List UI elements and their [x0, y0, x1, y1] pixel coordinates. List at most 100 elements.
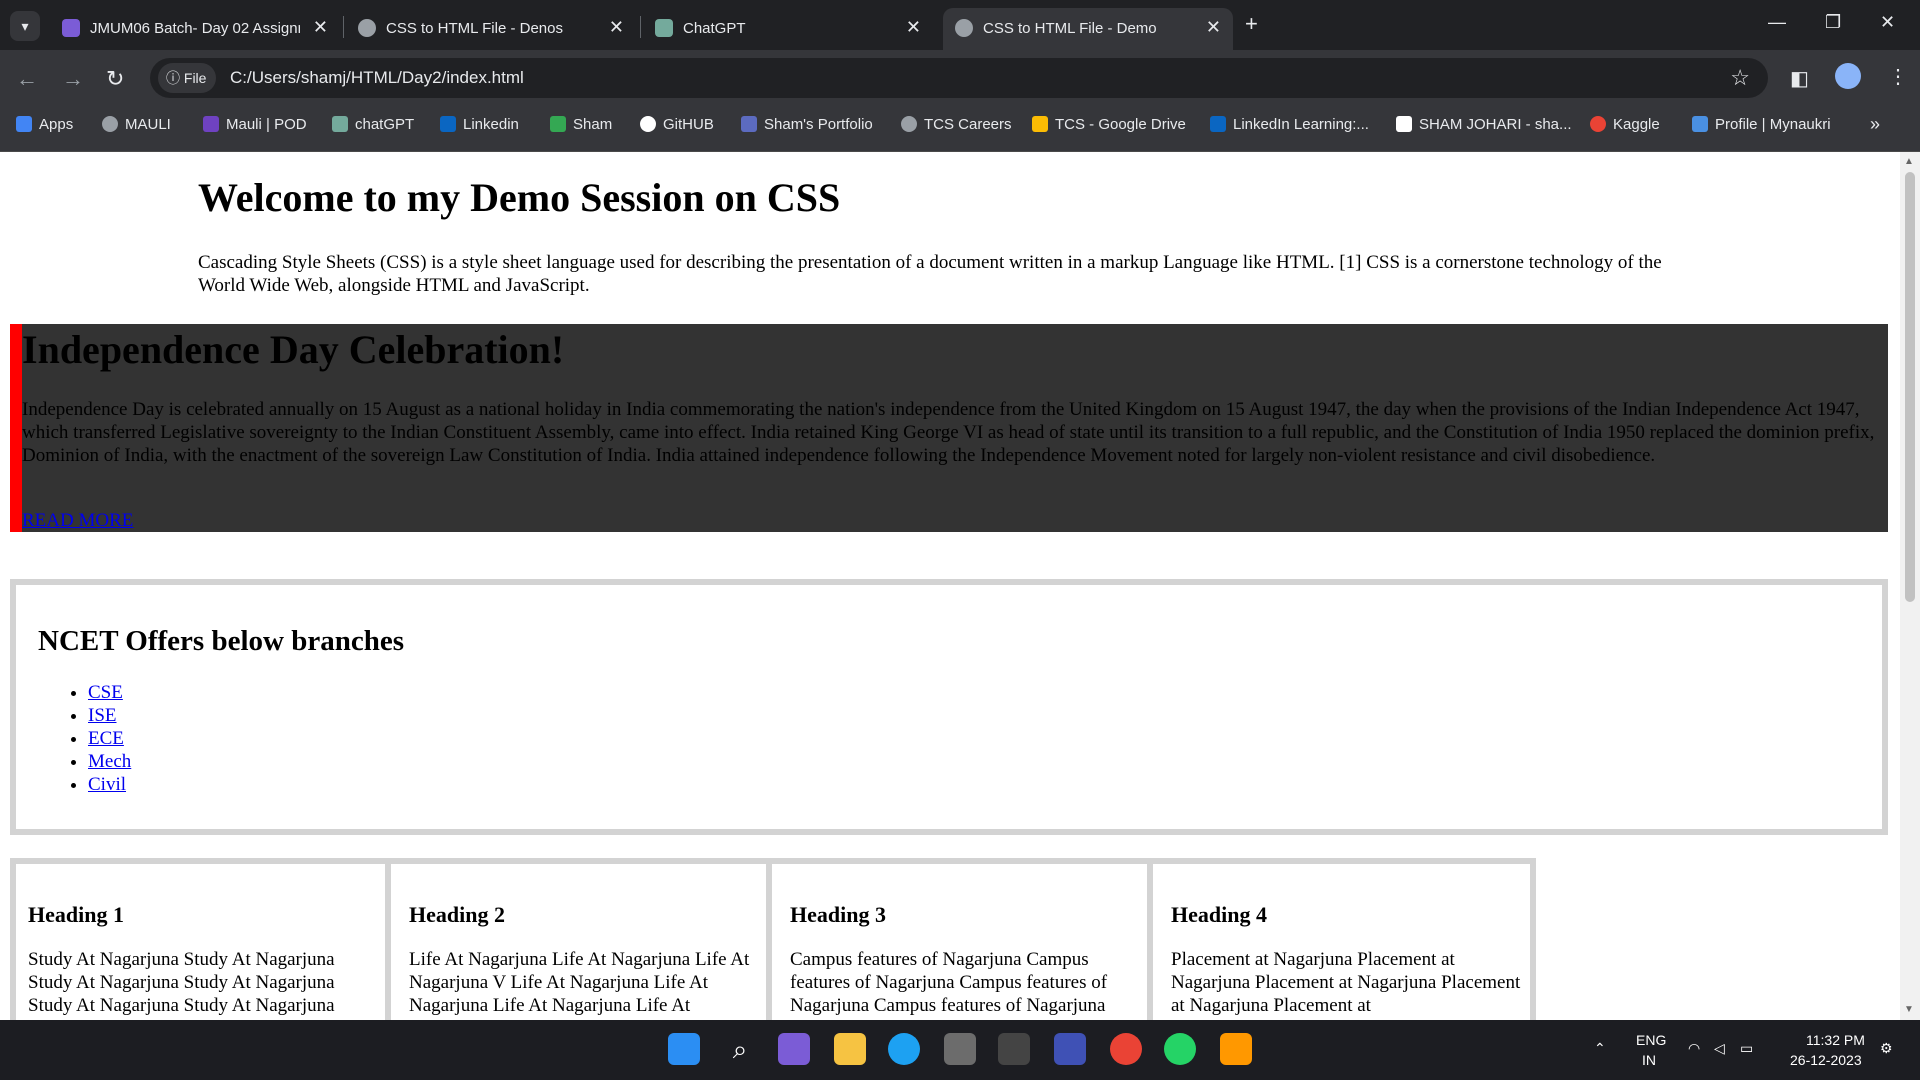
bookmark-mynaukri[interactable]: Profile | Mynaukri [1692, 116, 1831, 133]
bookmark-linkedin-learning[interactable]: LinkedIn Learning:... [1210, 116, 1369, 133]
page-viewport: Welcome to my Demo Session on CSS Cascad… [0, 152, 1900, 1020]
clock-date[interactable]: 26-12-2023 [1790, 1052, 1862, 1068]
profile-avatar[interactable] [1835, 63, 1861, 89]
clock-time[interactable]: 11:32 PM [1806, 1032, 1865, 1048]
branch-link-cse[interactable]: CSE [88, 682, 123, 703]
bookmark-label: MAULI [125, 116, 171, 133]
bookmarks-bar: Apps MAULI Mauli | POD chatGPT Linkedin … [0, 106, 1920, 152]
branch-link-civil[interactable]: Civil [88, 774, 126, 795]
restore-icon[interactable]: ❐ [1825, 12, 1841, 33]
site-info-chip[interactable]: ⓘ File [158, 63, 217, 93]
language-label[interactable]: ENG [1636, 1032, 1666, 1048]
bookmark-sham-johari[interactable]: SHAM JOHARI - sha... [1396, 116, 1572, 133]
chrome-icon[interactable] [1110, 1033, 1142, 1065]
bookmark-linkedin[interactable]: Linkedin [440, 116, 519, 133]
card-text: Campus features of Nagarjuna Campus feat… [790, 949, 1108, 1016]
branches-heading: NCET Offers below branches [38, 625, 404, 657]
tab-jmum06[interactable]: JMUM06 Batch- Day 02 Assignm ✕ [50, 8, 340, 50]
close-icon[interactable]: ✕ [313, 17, 328, 38]
bookmark-mauli[interactable]: MAULI [102, 116, 171, 133]
more-bookmarks-icon[interactable]: » [1870, 114, 1880, 135]
close-icon[interactable]: ✕ [609, 17, 624, 38]
globe-icon [358, 19, 376, 37]
side-panel-icon[interactable]: ◧ [1790, 66, 1809, 91]
card-2: Heading 2 Life At Nagarjuna Life At Naga… [397, 864, 772, 1020]
whatsapp-icon[interactable] [1164, 1033, 1196, 1065]
list-item: Mech [88, 750, 131, 773]
info-icon: ⓘ [166, 70, 180, 86]
close-icon[interactable]: ✕ [906, 17, 921, 38]
close-icon[interactable]: ✕ [1206, 17, 1221, 38]
forward-icon[interactable]: → [62, 66, 84, 92]
tab-title: ChatGPT [683, 20, 746, 37]
bookmark-label: chatGPT [355, 116, 415, 133]
bookmark-sham[interactable]: Sham [550, 116, 612, 133]
tab-css-html-demo[interactable]: CSS to HTML File - Demo ✕ [943, 8, 1233, 50]
independence-section: Independence Day Celebration! Independen… [10, 324, 1888, 532]
bookmark-chatgpt[interactable]: chatGPT [332, 116, 414, 133]
bookmark-label: Linkedin [463, 116, 519, 133]
bookmark-portfolio[interactable]: Sham's Portfolio [741, 116, 873, 133]
chevron-up-icon[interactable]: ⌃ [1594, 1040, 1606, 1057]
form-icon [62, 19, 80, 37]
branch-link-ise[interactable]: ISE [88, 705, 117, 726]
address-bar[interactable]: ⓘ File C:/Users/shamj/HTML/Day2/index.ht… [150, 58, 1768, 98]
vertical-scrollbar[interactable]: ▲ ▼ [1900, 152, 1920, 1020]
bookmark-apps[interactable]: Apps [16, 116, 73, 133]
bookmark-label: Sham [573, 116, 613, 133]
search-icon[interactable]: ⌕ [724, 1033, 756, 1065]
branch-link-ece[interactable]: ECE [88, 728, 124, 749]
sublime-icon[interactable] [1220, 1033, 1252, 1065]
region-label[interactable]: IN [1642, 1052, 1656, 1068]
card-heading: Heading 2 [409, 902, 505, 927]
bookmark-label: TCS - Google Drive [1055, 116, 1186, 133]
bookmark-tcs-drive[interactable]: TCS - Google Drive [1032, 116, 1186, 133]
learning-icon [1210, 116, 1226, 132]
branch-link-mech[interactable]: Mech [88, 751, 131, 772]
edge-icon[interactable] [888, 1033, 920, 1065]
file-label: File [183, 70, 207, 86]
scroll-up-icon[interactable]: ▲ [1904, 156, 1914, 167]
card-3: Heading 3 Campus features of Nagarjuna C… [778, 864, 1153, 1020]
portfolio-icon [741, 116, 757, 132]
tab-search-button[interactable]: ▾ [10, 11, 40, 41]
scroll-thumb[interactable] [1905, 172, 1915, 602]
file-explorer-icon[interactable] [834, 1033, 866, 1065]
start-icon[interactable] [668, 1033, 700, 1065]
reload-icon[interactable]: ↻ [106, 66, 124, 92]
notification-icon[interactable]: ⚙ [1880, 1040, 1893, 1057]
store-icon[interactable] [944, 1033, 976, 1065]
back-icon[interactable]: ← [16, 66, 38, 92]
intro-section: Welcome to my Demo Session on CSS Cascad… [198, 174, 1698, 297]
bookmark-github[interactable]: GitHUB [640, 116, 714, 133]
battery-icon[interactable]: ▭ [1740, 1040, 1753, 1057]
wifi-icon[interactable]: ◠ [1688, 1040, 1700, 1057]
minimize-icon[interactable]: — [1768, 12, 1786, 33]
intro-paragraph: Cascading Style Sheets (CSS) is a style … [198, 252, 1662, 296]
url-text[interactable]: C:/Users/shamj/HTML/Day2/index.html [230, 68, 524, 88]
vscode-icon[interactable] [1054, 1033, 1086, 1065]
card-text: Study At Nagarjuna Study At Nagarjuna St… [28, 949, 335, 1016]
scroll-down-icon[interactable]: ▼ [1904, 1004, 1914, 1015]
google-icon [1590, 116, 1606, 132]
independence-paragraph: Independence Day is celebrated annually … [22, 399, 1875, 466]
list-item: ISE [88, 704, 131, 727]
bookmark-star-icon[interactable]: ☆ [1730, 65, 1750, 91]
read-more-link[interactable]: READ MORE [22, 510, 133, 532]
volume-icon[interactable]: ◁ [1714, 1040, 1725, 1057]
bookmark-tcs-careers[interactable]: TCS Careers [901, 116, 1012, 133]
bookmark-mauli-pod[interactable]: Mauli | POD [203, 116, 307, 133]
card-heading: Heading 3 [790, 902, 886, 927]
tab-chatgpt[interactable]: ChatGPT ✕ [643, 8, 933, 50]
tab-css-html-denos[interactable]: CSS to HTML File - Denos ✕ [346, 8, 636, 50]
bookmark-kaggle[interactable]: Kaggle [1590, 116, 1660, 133]
tab-strip: ▾ JMUM06 Batch- Day 02 Assignm ✕ CSS to … [0, 0, 1920, 50]
new-tab-button[interactable]: + [1245, 11, 1258, 37]
tab-divider [343, 16, 344, 38]
list-item: CSE [88, 681, 131, 704]
copilot-icon[interactable] [778, 1033, 810, 1065]
app-icon[interactable] [998, 1033, 1030, 1065]
menu-icon[interactable]: ⋮ [1888, 64, 1908, 89]
independence-heading: Independence Day Celebration! [22, 327, 565, 372]
window-close-icon[interactable]: ✕ [1880, 12, 1895, 33]
